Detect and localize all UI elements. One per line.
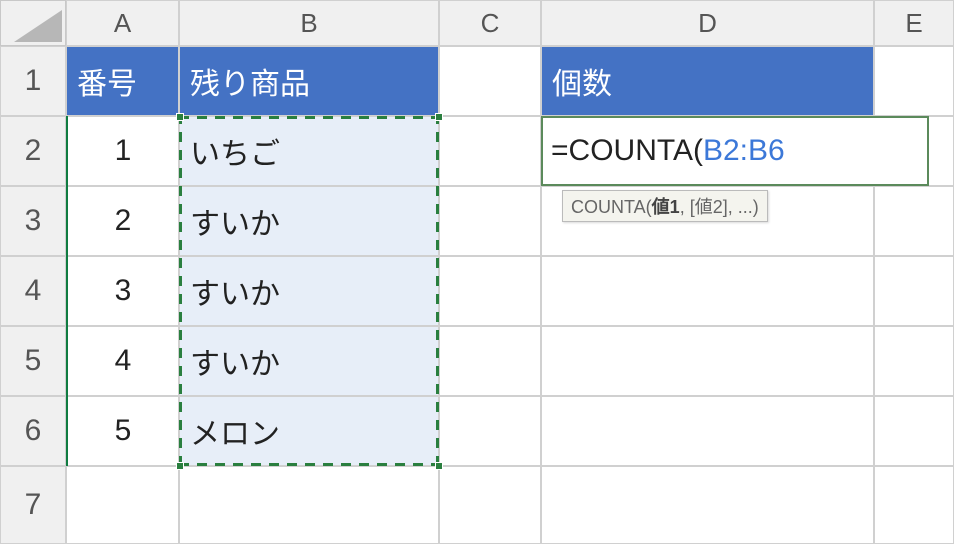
formula-input[interactable]: =COUNTA(B2:B6 (551, 116, 785, 186)
formula-fn: COUNTA( (569, 134, 703, 168)
cell-D4[interactable] (541, 256, 874, 326)
cell-C1[interactable] (439, 46, 541, 116)
cell-A2[interactable]: 1 (66, 116, 179, 186)
cell-D1[interactable]: 個数 (541, 46, 874, 116)
tooltip-arg1: 値1 (652, 197, 680, 217)
row-header-1[interactable]: 1 (0, 46, 66, 116)
cell-C6[interactable] (439, 396, 541, 466)
col-header-C[interactable]: C (439, 0, 541, 46)
cell-E5[interactable] (874, 326, 954, 396)
cell-C2[interactable] (439, 116, 541, 186)
cell-A3[interactable]: 2 (66, 186, 179, 256)
range-handle-tr[interactable] (435, 113, 443, 121)
row-header-5[interactable]: 5 (0, 326, 66, 396)
row-header-3[interactable]: 3 (0, 186, 66, 256)
cell-B1[interactable]: 残り商品 (179, 46, 439, 116)
row-header-7[interactable]: 7 (0, 466, 66, 544)
cell-B4[interactable]: すいか (179, 256, 439, 326)
cell-E6[interactable] (874, 396, 954, 466)
cell-E3[interactable] (874, 186, 954, 256)
tooltip-fn: COUNTA( (571, 197, 652, 217)
cell-E4[interactable] (874, 256, 954, 326)
cell-D7[interactable] (541, 466, 874, 544)
cell-C7[interactable] (439, 466, 541, 544)
cell-E1[interactable] (874, 46, 954, 116)
cell-A7[interactable] (66, 466, 179, 544)
formula-ref: B2:B6 (703, 134, 785, 168)
range-handle-bl[interactable] (176, 462, 184, 470)
cell-C3[interactable] (439, 186, 541, 256)
select-all-corner[interactable] (0, 0, 66, 46)
col-header-D[interactable]: D (541, 0, 874, 46)
cell-C5[interactable] (439, 326, 541, 396)
col-header-E[interactable]: E (874, 0, 954, 46)
cell-D5[interactable] (541, 326, 874, 396)
cell-B6[interactable]: メロン (179, 396, 439, 466)
spreadsheet[interactable]: A B C D E 1 2 3 4 5 6 7 番号 残り商品 個数 1 いちご… (0, 0, 954, 544)
formula-eq: = (551, 134, 569, 168)
cell-A4[interactable]: 3 (66, 256, 179, 326)
cell-B2[interactable]: いちご (179, 116, 439, 186)
cell-A6[interactable]: 5 (66, 396, 179, 466)
tooltip-rest: , [値2], ...) (680, 197, 759, 217)
col-header-A[interactable]: A (66, 0, 179, 46)
row-header-2[interactable]: 2 (0, 116, 66, 186)
cell-A5[interactable]: 4 (66, 326, 179, 396)
function-tooltip[interactable]: COUNTA(値1, [値2], ...) (562, 190, 768, 222)
cell-C4[interactable] (439, 256, 541, 326)
cell-B3[interactable]: すいか (179, 186, 439, 256)
cell-B5[interactable]: すいか (179, 326, 439, 396)
range-handle-tl[interactable] (176, 113, 184, 121)
range-handle-br[interactable] (435, 462, 443, 470)
cell-E2[interactable] (874, 116, 954, 186)
cell-D6[interactable] (541, 396, 874, 466)
row-header-4[interactable]: 4 (0, 256, 66, 326)
cell-A1[interactable]: 番号 (66, 46, 179, 116)
cell-E7[interactable] (874, 466, 954, 544)
col-header-B[interactable]: B (179, 0, 439, 46)
cell-B7[interactable] (179, 466, 439, 544)
row-header-6[interactable]: 6 (0, 396, 66, 466)
